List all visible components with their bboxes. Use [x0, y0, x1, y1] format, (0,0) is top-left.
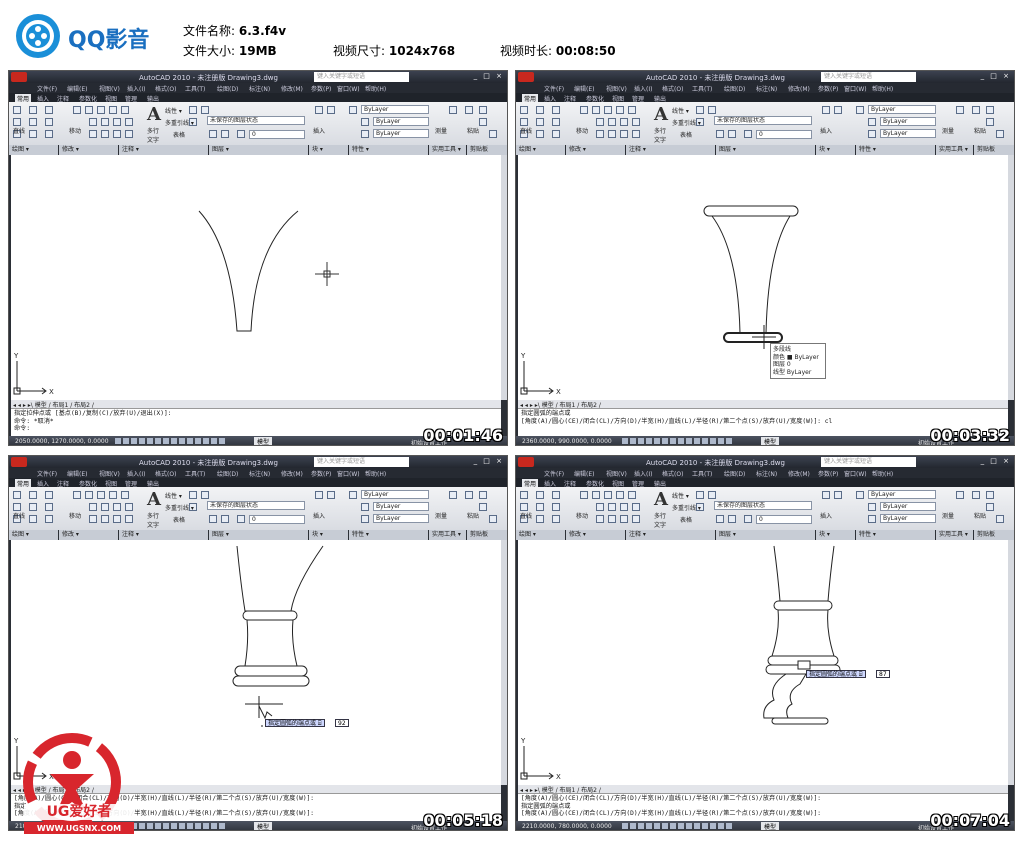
qq-player-logo-icon: [16, 14, 60, 58]
video-thumbnail-2[interactable]: AutoCAD 2010 - 未注册版 Drawing3.dwg 键入关键字或短语…: [515, 70, 1015, 446]
video-timestamp: 00:07:04: [930, 811, 1010, 830]
svg-text:X: X: [49, 388, 54, 396]
dynamic-input-prompt: 指定圆弧的端点或 ⌸: [265, 719, 325, 727]
svg-text:Y: Y: [520, 352, 526, 360]
video-dim-row: 视频尺寸: 1024x768: [333, 44, 456, 58]
ucs-icon: [523, 361, 554, 395]
video-thumbnail-1[interactable]: AutoCAD 2010 - 未注册版 Drawing3.dwg 键入关键字或短语…: [8, 70, 508, 446]
watermark-url: WWW.UGSNX.COM: [37, 824, 121, 833]
video-timestamp: 00:05:18: [423, 811, 503, 830]
cad-geometry: YX: [520, 545, 841, 781]
svg-text:X: X: [556, 773, 561, 781]
polyline-tooltip: 多段线 颜色 ■ ByLayer 图层 0 线型 ByLayer: [770, 343, 826, 379]
cad-geometry: YX: [520, 205, 799, 396]
duration-row: 视频时长: 00:08:50: [500, 44, 616, 58]
file-size-row: 文件大小: 19MB: [183, 44, 277, 58]
svg-text:X: X: [556, 388, 561, 396]
dynamic-input-value[interactable]: 87: [876, 670, 890, 678]
dynamic-input-prompt: 指定圆弧的端点或 ⌸: [806, 670, 866, 678]
player-name: QQ影音: [68, 28, 150, 53]
file-name-row: 文件名称: 6.3.f4v: [183, 24, 287, 38]
svg-text:Y: Y: [520, 737, 526, 745]
video-timestamp: 00:03:32: [930, 426, 1010, 445]
cad-geometry: YX: [13, 210, 339, 396]
ucs-icon: [16, 361, 47, 395]
ugsnx-watermark-logo: UG爱好者 WWW.UGSNX.COM: [23, 733, 134, 834]
watermark-brand: UG爱好者: [47, 803, 112, 820]
video-timestamp: 00:01:46: [423, 426, 503, 445]
ucs-icon: [523, 746, 554, 780]
player-header: QQ影音 文件名称: 6.3.f4v 文件大小: 19MB 视频尺寸: 1024…: [0, 0, 1024, 68]
dynamic-input-value[interactable]: 92: [335, 719, 349, 727]
video-thumbnail-4[interactable]: AutoCAD 2010 - 未注册版 Drawing3.dwg 键入关键字或短语…: [515, 455, 1015, 831]
svg-text:Y: Y: [13, 352, 19, 360]
